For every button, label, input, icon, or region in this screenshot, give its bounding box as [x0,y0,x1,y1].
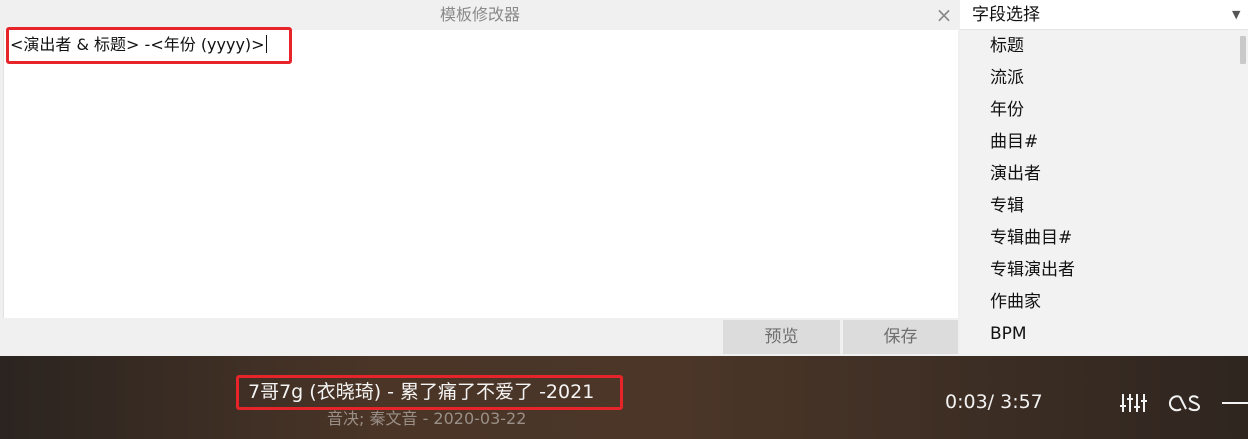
song-title: 7哥7g (衣晓琦) - 累了痛了不爱了 -2021 [248,381,595,403]
player-bar: 7哥7g (衣晓琦) - 累了痛了不爱了 -2021 音决; 秦文音 - 202… [0,356,1248,439]
template-input[interactable]: <演出者 & 标题> -<年份 (yyyy)> [3,30,958,318]
playback-time: 0:03/ 3:57 [945,391,1043,413]
field-item-year[interactable]: 年份 [990,99,1024,121]
template-editor-panel: 模板修改器 × <演出者 & 标题> -<年份 (yyyy)> 预览 保存 [0,0,960,356]
minimize-icon[interactable] [1222,401,1248,405]
template-text[interactable]: <演出者 & 标题> -<年份 (yyyy)> [10,34,267,56]
preview-button[interactable]: 预览 [723,320,840,354]
text-caret [265,35,267,53]
song-subtitle: 音决; 秦文音 - 2020-03-22 [327,409,527,428]
field-item-album-artist[interactable]: 专辑演出者 [990,259,1075,281]
field-item-album-track[interactable]: 专辑曲目# [990,227,1072,249]
lastfm-icon[interactable] [1168,393,1202,413]
field-list: 标题 流派 年份 曲目# 演出者 专辑 专辑曲目# 专辑演出者 作曲家 BPM [960,31,1240,356]
chevron-down-icon[interactable]: ▼ [1232,0,1244,30]
editor-footer: 预览 保存 [0,318,960,356]
scrollbar-thumb[interactable] [1240,36,1246,64]
equalizer-icon[interactable] [1120,392,1148,414]
field-item-album[interactable]: 专辑 [990,195,1024,217]
field-item-artist[interactable]: 演出者 [990,163,1041,185]
field-item-title[interactable]: 标题 [990,35,1024,57]
field-item-track-number[interactable]: 曲目# [990,131,1038,153]
close-icon[interactable]: × [932,4,956,26]
field-select-label: 字段选择 [972,5,1040,25]
save-button[interactable]: 保存 [843,320,958,354]
field-item-bpm[interactable]: BPM [990,323,1027,345]
field-selector-panel: 字段选择 ▼ 标题 流派 年份 曲目# 演出者 专辑 专辑曲目# 专辑演出者 作… [960,0,1248,356]
field-item-genre[interactable]: 流派 [990,67,1024,89]
field-item-composer[interactable]: 作曲家 [990,291,1041,313]
field-select-dropdown[interactable]: 字段选择 ▼ [960,0,1248,30]
editor-title: 模板修改器 [0,0,960,30]
field-list-scrollbar[interactable] [1239,31,1248,356]
